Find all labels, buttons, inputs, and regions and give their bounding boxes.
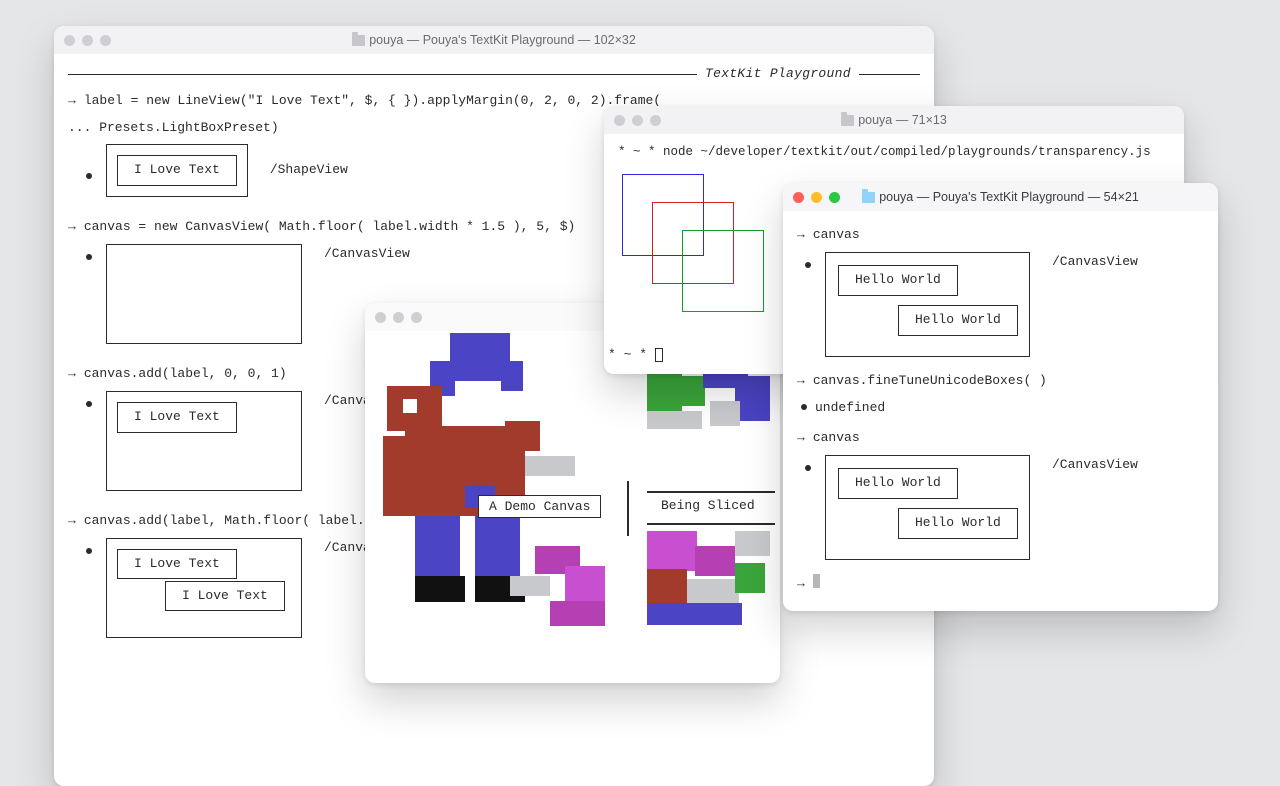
prompt: * ~ *: [608, 347, 647, 362]
traffic-max-icon[interactable]: [411, 312, 422, 323]
label-hello: Hello World: [898, 305, 1018, 336]
being-sliced-label: Being Sliced: [661, 498, 755, 513]
prompt-arrow: →: [797, 574, 805, 595]
titlebar-right[interactable]: pouya — Pouya's TextKit Playground — 54×…: [783, 183, 1218, 211]
shapeview-box: I Love Text: [106, 144, 248, 197]
repl-line: canvas: [813, 428, 860, 449]
repl-output: undefined: [815, 398, 885, 419]
canvasview-tag: /CanvasView: [1052, 455, 1138, 476]
traffic-min-icon[interactable]: [393, 312, 404, 323]
repl-line: ... Presets.LightBoxPreset): [68, 118, 279, 139]
label-hello: Hello World: [838, 468, 958, 499]
window-title: pouya — Pouya's TextKit Playground — 102…: [369, 33, 636, 47]
label-hello: Hello World: [838, 265, 958, 296]
label-ilove: I Love Text: [165, 581, 285, 612]
repl-line: canvas = new CanvasView( Math.floor( lab…: [84, 217, 575, 238]
repl-line: label = new LineView("I Love Text", $, {…: [84, 91, 661, 112]
cursor-icon: [655, 348, 663, 362]
bullet-icon: [801, 404, 807, 410]
label-ilove: I Love Text: [117, 155, 237, 186]
bullet-icon: [86, 401, 92, 407]
label-hello: Hello World: [898, 508, 1018, 539]
canvasview-tag: /CanvasView: [1052, 252, 1138, 273]
canvasview-with-label: I Love Text: [106, 391, 302, 491]
canvasview-empty: [106, 244, 302, 344]
folder-icon: [841, 115, 854, 126]
pixel-canvas: A Demo Canvas Being Sliced: [365, 331, 780, 683]
bullet-icon: [86, 254, 92, 260]
terminal-right-content[interactable]: → canvas Hello World Hello World /Canvas…: [783, 211, 1218, 611]
folder-icon: [862, 192, 875, 203]
bullet-icon: [86, 173, 92, 179]
folder-icon: [352, 35, 365, 46]
titlebar-main[interactable]: pouya — Pouya's TextKit Playground — 102…: [54, 26, 934, 54]
window-title: pouya — Pouya's TextKit Playground — 54×…: [879, 190, 1139, 204]
titlebar-transparency[interactable]: pouya — 71×13: [604, 106, 1184, 134]
demo-canvas-label: A Demo Canvas: [478, 495, 601, 518]
canvasview-hello: Hello World Hello World: [825, 252, 1030, 357]
label-ilove: I Love Text: [117, 549, 237, 580]
square-green: [682, 230, 764, 312]
bullet-icon: [805, 262, 811, 268]
repl-line: canvas.fineTuneUnicodeBoxes( ): [813, 371, 1047, 392]
repl-line: canvas.add(label, Math.floor( label.: [84, 511, 365, 532]
window-title: pouya — 71×13: [858, 113, 947, 127]
repl-line: canvas: [813, 225, 860, 246]
bullet-icon: [86, 548, 92, 554]
bullet-icon: [805, 465, 811, 471]
canvasview-two-labels: I Love Text I Love Text: [106, 538, 302, 638]
canvasview-tag: /CanvasView: [324, 244, 410, 265]
label-ilove: I Love Text: [117, 402, 237, 433]
traffic-close-icon[interactable]: [375, 312, 386, 323]
window-right-playground: pouya — Pouya's TextKit Playground — 54×…: [783, 183, 1218, 611]
repl-line: canvas.add(label, 0, 0, 1): [84, 364, 287, 385]
repl-heading: TextKit Playground: [705, 64, 851, 85]
shapeview-tag: /ShapeView: [270, 160, 348, 181]
repl-line: * ~ * node ~/developer/textkit/out/compi…: [618, 142, 1170, 162]
cursor-icon: [813, 574, 820, 588]
canvasview-hello-tuned: Hello World Hello World: [825, 455, 1030, 560]
